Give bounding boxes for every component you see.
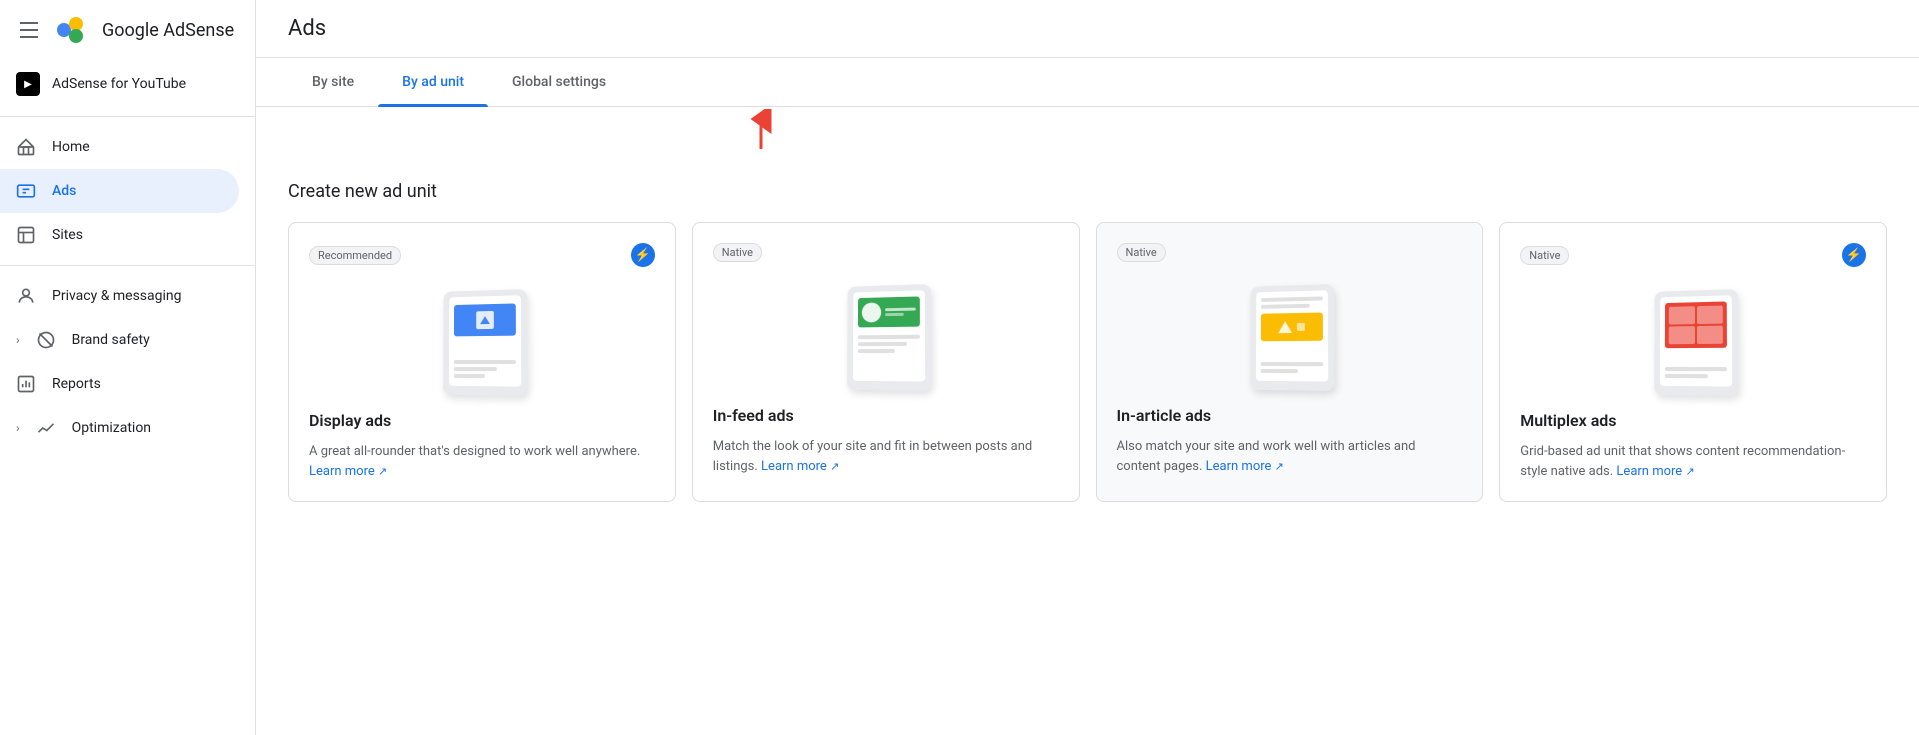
optimization-icon — [36, 418, 56, 438]
card-multiplex-image — [1520, 279, 1866, 399]
card-multiplex-header: Native ⚡ — [1520, 243, 1866, 267]
card-display-header: Recommended ⚡ — [309, 243, 655, 267]
card-display-ads[interactable]: Recommended ⚡ — [288, 222, 676, 502]
lightning-icon-display: ⚡ — [631, 243, 655, 267]
tab-global-settings[interactable]: Global settings — [488, 58, 630, 106]
sidebar-item-sites[interactable]: Sites — [0, 213, 239, 257]
lightning-icon-multiplex: ⚡ — [1842, 243, 1866, 267]
sites-label: Sites — [52, 227, 83, 243]
card-in-article-ads[interactable]: Native — [1096, 222, 1484, 502]
sidebar-divider — [0, 116, 255, 117]
sidebar-divider-2 — [0, 265, 255, 266]
home-icon — [16, 137, 36, 157]
card-display-title: Display ads — [309, 411, 655, 430]
reports-label: Reports — [52, 376, 101, 392]
menu-button[interactable] — [16, 18, 42, 42]
card-infeed-image — [713, 274, 1059, 394]
multiplex-learn-more-link[interactable]: Learn more ↗ — [1616, 464, 1694, 479]
sidebar-item-adsense-youtube[interactable]: AdSense for YouTube — [0, 60, 255, 108]
content-area: Create new ad unit Recommended ⚡ — [256, 157, 1919, 526]
optimization-label: Optimization — [72, 420, 151, 436]
sidebar-item-ads[interactable]: Ads — [0, 169, 239, 213]
card-inarticle-title: In-article ads — [1117, 406, 1463, 425]
card-inarticle-badge: Native — [1117, 243, 1166, 262]
sites-icon — [16, 225, 36, 245]
tab-by-site[interactable]: By site — [288, 58, 378, 106]
card-multiplex-title: Multiplex ads — [1520, 411, 1866, 430]
ads-label: Ads — [52, 183, 76, 199]
external-link-icon-2: ↗ — [830, 460, 839, 473]
ad-unit-cards-grid: Recommended ⚡ — [288, 222, 1887, 502]
privacy-icon — [16, 286, 36, 306]
expand-icon-brand-safety: › — [16, 333, 20, 347]
external-link-icon-4: ↗ — [1685, 465, 1694, 478]
sidebar-item-home[interactable]: Home — [0, 125, 239, 169]
youtube-icon — [16, 72, 40, 96]
upward-arrow-icon — [746, 109, 776, 151]
section-title: Create new ad unit — [288, 181, 1887, 202]
card-in-feed-ads[interactable]: Native — [692, 222, 1080, 502]
external-link-icon: ↗ — [378, 465, 387, 478]
brand-safety-icon — [36, 330, 56, 350]
infeed-learn-more-link[interactable]: Learn more ↗ — [761, 459, 839, 474]
google-logo-icon — [54, 16, 94, 44]
ads-icon — [16, 181, 36, 201]
main-content: Ads By site By ad unit Global settings C… — [256, 0, 1919, 735]
tabs-bar: By site By ad unit Global settings — [256, 58, 1919, 107]
card-display-badge: Recommended — [309, 246, 401, 265]
card-infeed-title: In-feed ads — [713, 406, 1059, 425]
reports-icon — [16, 374, 36, 394]
card-inarticle-desc: Also match your site and work well with … — [1117, 437, 1463, 476]
expand-icon-optimization: › — [16, 421, 20, 435]
card-infeed-header: Native — [713, 243, 1059, 262]
sidebar-item-optimization[interactable]: › Optimization — [0, 406, 239, 450]
sidebar-header: Google AdSense — [0, 8, 255, 60]
card-inarticle-image — [1117, 274, 1463, 394]
page-header: Ads — [256, 0, 1919, 58]
tab-by-ad-unit[interactable]: By ad unit — [378, 58, 488, 106]
display-learn-more-link[interactable]: Learn more ↗ — [309, 464, 387, 479]
app-title-label: Google AdSense — [102, 20, 234, 41]
sidebar-item-brand-safety[interactable]: › Brand safety — [0, 318, 239, 362]
privacy-label: Privacy & messaging — [52, 288, 182, 304]
sidebar-item-privacy-messaging[interactable]: Privacy & messaging — [0, 274, 239, 318]
logo-area: Google AdSense — [54, 16, 234, 44]
brand-safety-label: Brand safety — [72, 332, 150, 348]
inarticle-learn-more-link[interactable]: Learn more ↗ — [1206, 459, 1284, 474]
arrow-hint-area — [256, 107, 1919, 157]
external-link-icon-3: ↗ — [1275, 460, 1284, 473]
card-multiplex-desc: Grid-based ad unit that shows content re… — [1520, 442, 1866, 481]
card-display-desc: A great all-rounder that's designed to w… — [309, 442, 655, 481]
sidebar: Google AdSense AdSense for YouTube Home … — [0, 0, 256, 735]
card-infeed-badge: Native — [713, 243, 762, 262]
card-infeed-desc: Match the look of your site and fit in b… — [713, 437, 1059, 476]
home-label: Home — [52, 139, 90, 155]
red-arrow-indicator — [746, 109, 776, 155]
sidebar-item-reports[interactable]: Reports — [0, 362, 239, 406]
page-title: Ads — [288, 16, 1887, 41]
card-display-image — [309, 279, 655, 399]
adsense-youtube-label: AdSense for YouTube — [52, 76, 186, 92]
card-multiplex-badge: Native — [1520, 246, 1569, 265]
card-inarticle-header: Native — [1117, 243, 1463, 262]
card-multiplex-ads[interactable]: Native ⚡ — [1499, 222, 1887, 502]
